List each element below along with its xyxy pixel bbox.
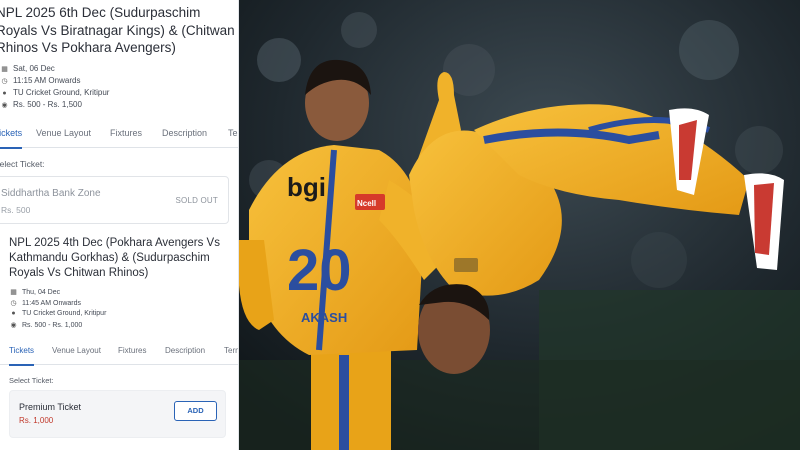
event-venue: ● TU Cricket Ground, Kritipur — [9, 310, 106, 317]
location-icon: ● — [2, 90, 7, 97]
select-ticket-label: Select Ticket: — [9, 376, 54, 385]
tab-tickets[interactable]: Tickets — [9, 337, 35, 366]
tab-terms[interactable]: Terms — [224, 337, 238, 365]
price-icon: ◉ — [10, 322, 17, 329]
add-ticket-button[interactable]: ADD — [174, 401, 217, 421]
tab-fixtures[interactable]: Fixtures — [110, 118, 142, 148]
calendar-icon: ▦ — [1, 66, 8, 73]
event-venue: ● TU Cricket Ground, Kritipur — [0, 88, 109, 97]
event-date: ▦ Sat, 06 Dec — [1, 64, 55, 73]
tab-fixtures[interactable]: Fixtures — [118, 337, 146, 365]
ticket-price: Rs. 500 — [1, 205, 31, 215]
event-price-range: ◉ Rs. 500 - Rs. 1,500 — [1, 100, 82, 109]
tab-description[interactable]: Description — [165, 337, 205, 365]
clock-icon: ◷ — [1, 78, 8, 85]
event-title[interactable]: NPL 2025 4th Dec (Pokhara Avengers Vs Ka… — [9, 236, 234, 281]
event-price-range: ◉ Rs. 500 - Rs. 1,000 — [10, 322, 83, 329]
jersey-name: AKASH — [301, 310, 347, 325]
ticket-price: Rs. 1,000 — [19, 416, 54, 425]
event-time: ◷ 11:15 AM Onwards — [1, 76, 81, 85]
jersey-number: 20 — [287, 238, 352, 303]
ticket-card-premium: Premium Ticket Rs. 1,000 ADD — [9, 390, 226, 438]
tab-description[interactable]: Description — [162, 118, 207, 148]
tab-tickets[interactable]: Tickets — [0, 118, 23, 149]
sponsor-badge: Ncell — [357, 199, 376, 208]
event-time: ◷ 11:45 AM Onwards — [10, 300, 82, 307]
event-list-panel: NPL 2025 6th Dec (Sudurpaschim Royals Vs… — [0, 0, 239, 450]
sold-out-badge: SOLD OUT — [175, 196, 218, 205]
price-icon: ◉ — [1, 102, 8, 109]
tab-venue-layout[interactable]: Venue Layout — [36, 118, 91, 148]
event-tabs: Tickets Venue Layout Fixtures Descriptio… — [0, 337, 238, 366]
event-title[interactable]: NPL 2025 6th Dec (Sudurpaschim Royals Vs… — [0, 4, 238, 57]
event-tabs: Tickets Venue Layout Fixtures Descriptio… — [0, 118, 238, 149]
photo-illustration: 20 bgi AKASH Ncell — [239, 0, 800, 450]
tab-venue-layout[interactable]: Venue Layout — [52, 337, 101, 365]
ticket-name: Siddhartha Bank Zone — [1, 188, 101, 199]
ticket-card-sold-out: Siddhartha Bank Zone Rs. 500 SOLD OUT — [0, 176, 229, 224]
tab-terms[interactable]: Terms — [228, 118, 238, 148]
select-ticket-label: Select Ticket: — [0, 159, 45, 169]
ticket-name: Premium Ticket — [19, 402, 82, 412]
clock-icon: ◷ — [10, 300, 17, 307]
calendar-icon: ▦ — [10, 289, 17, 296]
location-icon: ● — [11, 310, 16, 317]
celebration-photo: 20 bgi AKASH Ncell — [239, 0, 800, 450]
event-date: ▦ Thu, 04 Dec — [10, 289, 61, 296]
jersey-sponsor: bgi — [287, 172, 326, 202]
